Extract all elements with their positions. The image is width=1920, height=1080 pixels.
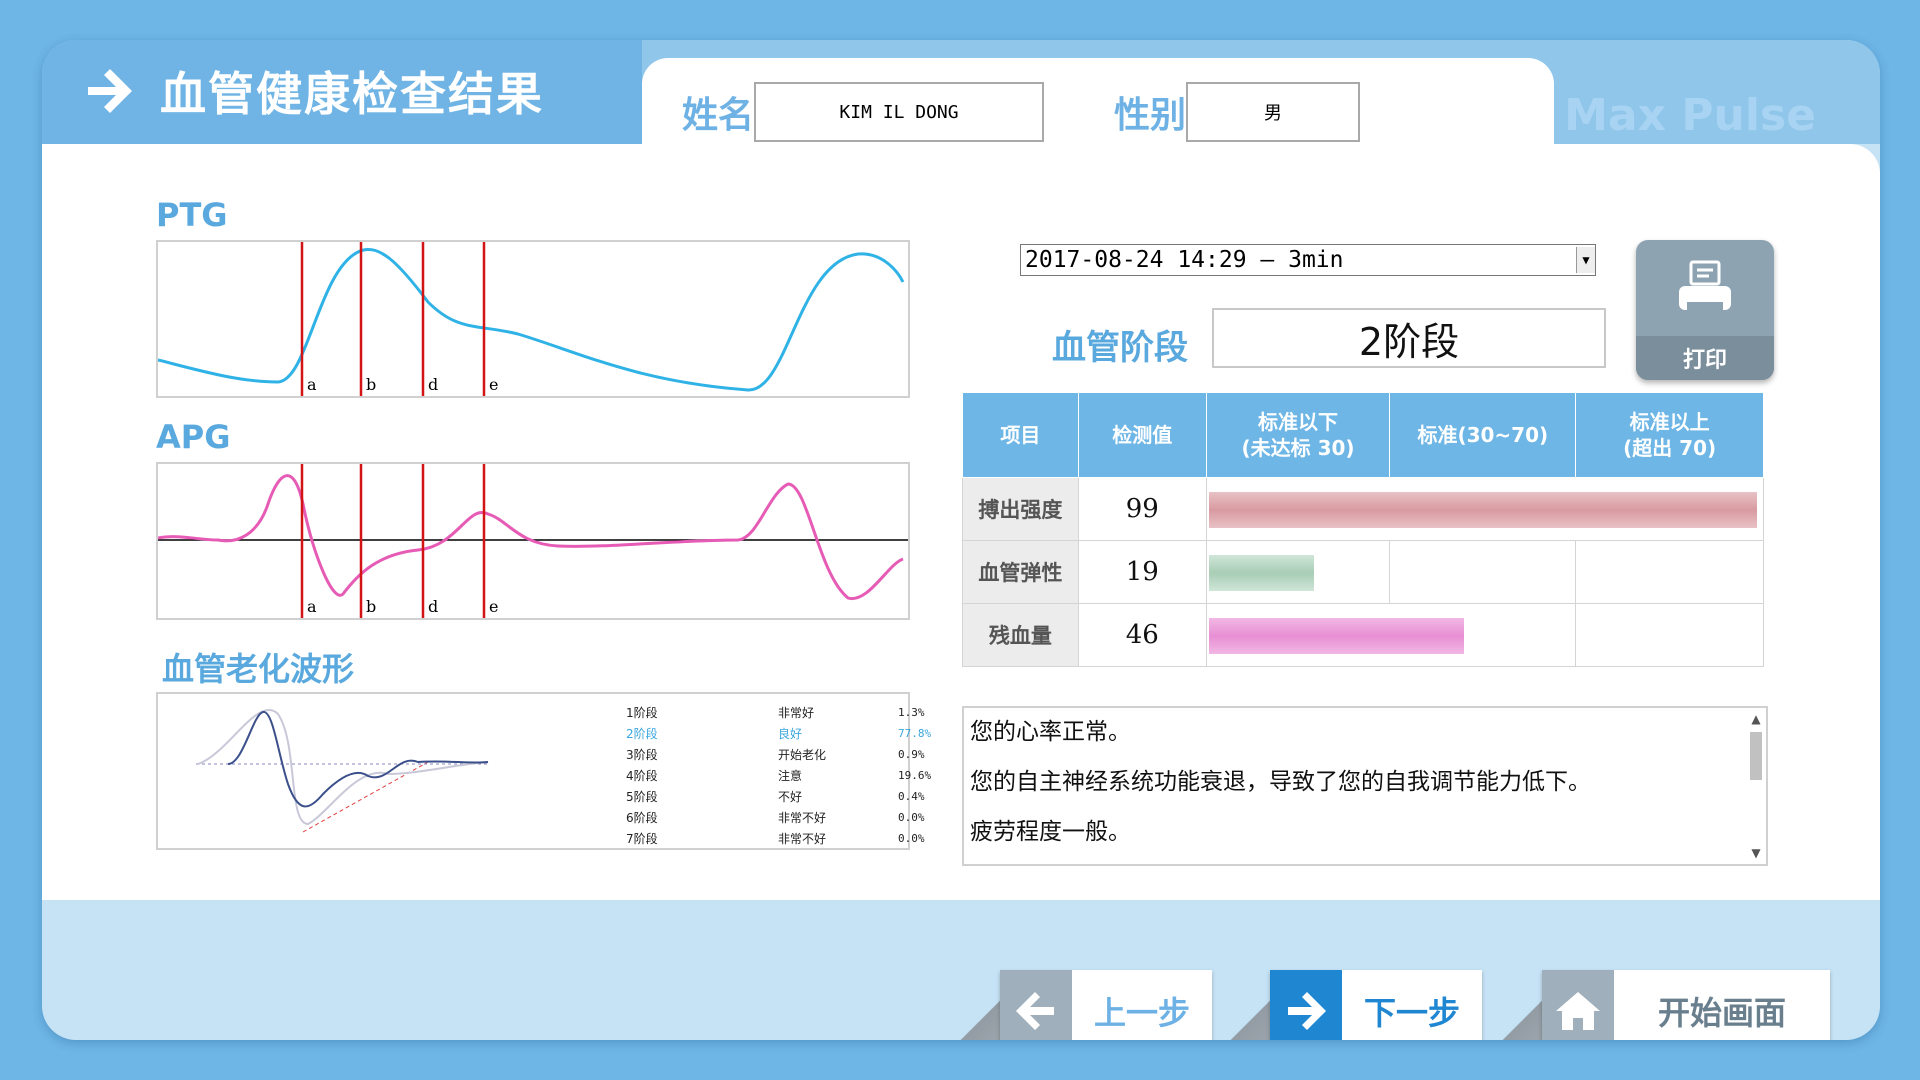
table-row: 搏出强度 99 — [962, 477, 1765, 541]
printer-icon — [1679, 260, 1731, 314]
patient-info-tab: 姓名 KIM IL DONG 性别 男 — [642, 58, 1554, 158]
empty-cell — [1575, 603, 1764, 667]
next-button[interactable]: 下一步 — [1230, 970, 1482, 1040]
aging-chart: 1阶段 非常好 1.3% 2阶段 良好 77.8% 3阶段 开始老化 0.9% 4阶段 注意 1… — [156, 692, 931, 850]
home-button-label: 开始画面 — [1614, 970, 1830, 1040]
brand-logo: Max Pulse — [1564, 90, 1816, 141]
app-window: 血管健康检查结果 姓名 KIM IL DONG 性别 男 Max Pulse P… — [0, 0, 1920, 1080]
dropdown-arrow-icon[interactable]: ▼ — [1576, 247, 1595, 273]
aging-wave-current — [227, 711, 489, 808]
scrollbar-thumb[interactable] — [1750, 732, 1762, 780]
gender-field: 男 — [1186, 82, 1360, 142]
summary-line: 您的心率正常。 — [970, 719, 1131, 745]
stage-row: 4阶段 注意 19.6% — [626, 769, 932, 783]
level-bar — [1208, 618, 1464, 654]
stage-row: 3阶段 开始老化 0.9% — [626, 748, 925, 762]
header-item: 项目 — [962, 392, 1079, 478]
ptg-marker-d: d — [428, 375, 438, 394]
stage-legend: 1阶段 非常好 1.3% 2阶段 良好 77.8% 3阶段 开始老化 0.9% 4阶段 注意 1… — [626, 702, 962, 849]
empty-cell — [1389, 540, 1577, 604]
prev-button[interactable]: 上一步 — [960, 970, 1212, 1040]
empty-cell — [1575, 540, 1764, 604]
header-below-standard: 标准以下 (未达标 30) — [1205, 392, 1391, 478]
measurement-date-select[interactable]: 2017-08-24 14:29 – 3min ▼ — [1020, 244, 1596, 276]
vascular-stage-value: 2阶段 — [1212, 308, 1606, 368]
row-bar-cell — [1205, 477, 1765, 541]
level-bar — [1208, 555, 1314, 591]
stage-row: 5阶段 不好 0.4% — [626, 790, 925, 804]
row-item: 搏出强度 — [962, 477, 1079, 541]
ptg-markers — [300, 242, 486, 396]
arrow-right-icon — [88, 69, 132, 113]
apg-chart: a b d e — [156, 462, 910, 620]
apg-wave — [158, 474, 904, 600]
summary-line: 疲劳程度一般。 — [970, 819, 1131, 845]
stage-row-active: 2阶段 良好 77.8% — [626, 727, 932, 741]
arrow-right-icon — [1288, 992, 1326, 1030]
row-item: 残血量 — [962, 603, 1079, 667]
arrow-left-icon — [1016, 992, 1054, 1030]
home-icon — [1556, 992, 1600, 1030]
stage-row: 6阶段 非常不好 0.0% — [626, 811, 925, 825]
scroll-down-icon[interactable]: ▼ — [1748, 846, 1764, 860]
scroll-up-icon[interactable]: ▲ — [1748, 712, 1764, 726]
apg-marker-b: b — [366, 597, 376, 616]
row-value: 99 — [1077, 477, 1207, 541]
prev-button-label: 上一步 — [1072, 970, 1212, 1040]
header-value: 检测值 — [1077, 392, 1207, 478]
ptg-marker-e: e — [489, 375, 498, 394]
header-standard: 标准(30~70) — [1389, 392, 1577, 478]
stage-row: 7阶段 非常不好 0.0% — [626, 832, 925, 846]
header-above-standard: 标准以上 (超出 70) — [1575, 392, 1764, 478]
main-panel: 血管健康检查结果 姓名 KIM IL DONG 性别 男 Max Pulse P… — [42, 40, 1880, 1040]
row-item: 血管弹性 — [962, 540, 1079, 604]
table-row: 残血量 46 — [962, 603, 1764, 667]
table-row: 血管弹性 19 — [962, 540, 1764, 604]
name-field: KIM IL DONG — [754, 82, 1044, 142]
aging-wave-reference — [197, 709, 489, 826]
print-button[interactable]: 打印 — [1636, 240, 1774, 380]
row-bar-cell — [1205, 540, 1391, 604]
level-bar — [1208, 492, 1757, 528]
apg-label: APG — [156, 418, 231, 456]
row-bar-cell — [1205, 603, 1577, 667]
gender-label: 性别 — [1114, 95, 1187, 136]
apg-marker-e: e — [489, 597, 498, 616]
apg-marker-d: d — [428, 597, 438, 616]
ptg-marker-a: a — [307, 375, 317, 394]
row-value: 19 — [1077, 540, 1207, 604]
summary-textarea[interactable]: 您的心率正常。 您的自主神经系统功能衰退，导致了您的自我调节能力低下。 疲劳程度… — [962, 706, 1768, 866]
name-label: 姓名 — [682, 95, 755, 136]
summary-scrollbar[interactable]: ▲ ▼ — [1748, 712, 1764, 860]
ptg-wave — [158, 247, 905, 392]
stage-row: 1阶段 非常好 1.3% — [626, 706, 925, 720]
vascular-stage-label: 血管阶段 — [1052, 328, 1188, 368]
page-title: 血管健康检查结果 — [82, 58, 544, 124]
apg-marker-a: a — [307, 597, 317, 616]
metrics-header-row: 项目 检测值 标准以下 (未达标 30) 标准(30~70) 标准以上 (超出 … — [962, 392, 1764, 478]
row-value: 46 — [1077, 603, 1207, 667]
ptg-label: PTG — [156, 196, 228, 234]
ptg-marker-b: b — [366, 375, 376, 394]
content-area: PTG a b d e APG a b d e 血管老化波形 1阶段 非常好 1… — [42, 144, 1880, 900]
page-title-text: 血管健康检查结果 — [160, 67, 544, 121]
ptg-chart: a b d e — [156, 240, 910, 398]
next-button-label: 下一步 — [1342, 970, 1482, 1040]
summary-line: 您的自主神经系统功能衰退，导致了您的自我调节能力低下。 — [970, 769, 1591, 795]
metrics-table: 项目 检测值 标准以下 (未达标 30) 标准(30~70) 标准以上 (超出 … — [962, 392, 1765, 667]
print-button-label: 打印 — [1636, 336, 1774, 380]
aging-label: 血管老化波形 — [162, 650, 355, 688]
home-button[interactable]: 开始画面 — [1502, 970, 1866, 1040]
date-select-value: 2017-08-24 14:29 – 3min — [1025, 247, 1344, 273]
